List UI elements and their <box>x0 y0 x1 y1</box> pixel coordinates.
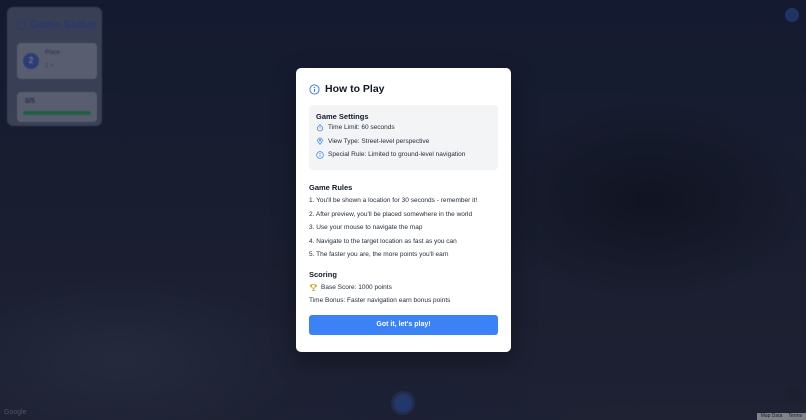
play-button[interactable]: Got it, let's play! <box>309 314 498 335</box>
trophy-icon <box>309 283 318 292</box>
modal-title: How to Play <box>325 83 385 95</box>
rule-item: 3. Use your mouse to navigate the map <box>309 224 423 231</box>
setting-special-rule: Special Rule: Limited to ground-level na… <box>316 148 491 162</box>
setting-view-type: View Type: Street-level perspective <box>316 135 491 149</box>
map-pin-icon <box>316 137 324 146</box>
game-settings-box: Game Settings Time Limit: 60 seconds Vie… <box>309 105 498 170</box>
info-circle-icon <box>316 151 324 159</box>
settings-title: Game Settings <box>316 112 369 121</box>
scoring-title: Scoring <box>309 269 337 279</box>
rules-list: 1. You'll be shown a location for 30 sec… <box>309 194 498 262</box>
rule-item: 5. The faster you are, the more points y… <box>309 251 449 258</box>
rule-item: 4. Navigate to the target location as fa… <box>309 237 457 245</box>
info-circle-icon <box>309 83 320 95</box>
time-bonus-row: Time Bonus: Faster navigation earn bonus… <box>309 296 451 304</box>
how-to-play-modal: How to Play Game Settings Time Limit: 60… <box>296 68 511 352</box>
timer-icon <box>316 124 324 132</box>
modal-header: How to Play <box>309 82 498 96</box>
base-score-row: Base Score: 1000 points <box>309 281 498 294</box>
rule-item: 2. After preview, you'll be placed somew… <box>309 210 473 218</box>
rule-item: 1. You'll be shown a location for 30 sec… <box>309 197 478 204</box>
rules-title: Game Rules <box>309 183 353 192</box>
setting-time-limit: Time Limit: 60 seconds <box>316 121 491 135</box>
